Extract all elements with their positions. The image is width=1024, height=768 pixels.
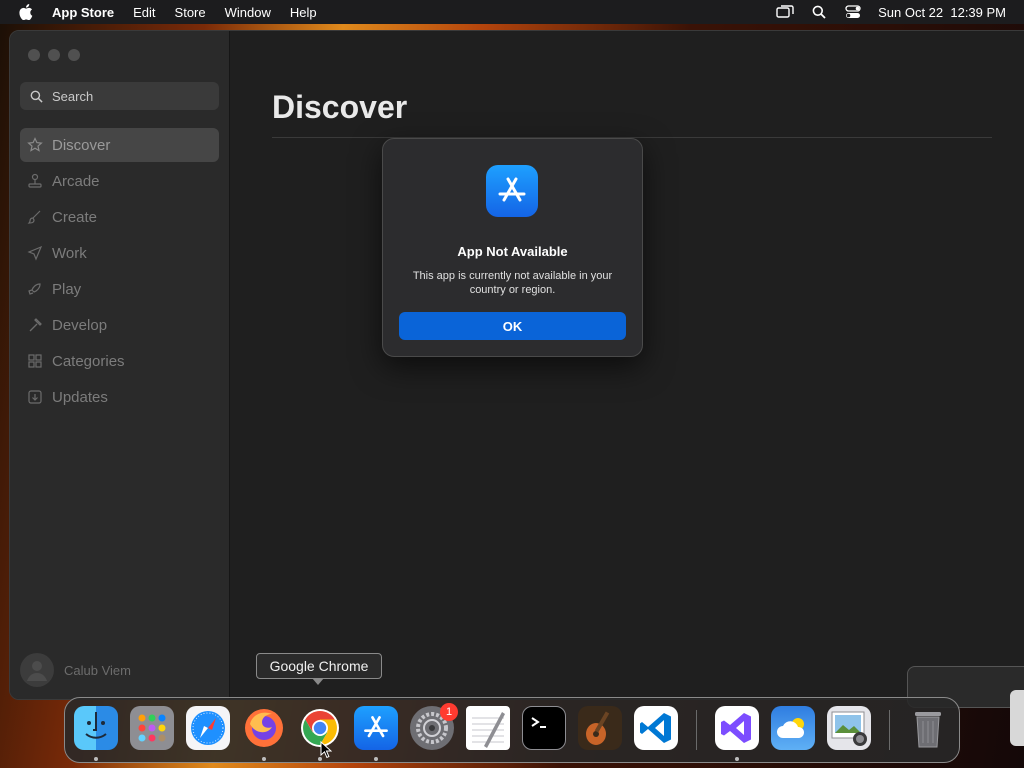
menu-clock[interactable]: Sun Oct 22 12:39 PM: [878, 5, 1006, 20]
preview-icon[interactable]: [827, 706, 871, 750]
joystick-icon: [26, 172, 44, 190]
sidebar-item-label: Develop: [52, 316, 108, 334]
textedit-icon[interactable]: [466, 706, 510, 750]
alert-dialog: App Not Available This app is currently …: [382, 138, 643, 357]
menu-help[interactable]: Help: [290, 5, 317, 20]
sidebar-item-play[interactable]: Play: [20, 272, 219, 306]
firefox-icon[interactable]: [242, 706, 286, 750]
launchpad-icon[interactable]: [130, 706, 174, 750]
sidebar-item-discover[interactable]: Discover: [20, 128, 219, 162]
trash-icon[interactable]: [906, 706, 950, 750]
sidebar-item-develop[interactable]: Develop: [20, 308, 219, 342]
control-center-icon[interactable]: [844, 3, 862, 21]
sidebar-item-categories[interactable]: Categories: [20, 344, 219, 378]
running-indicator: [374, 757, 378, 761]
weather-icon[interactable]: [771, 706, 815, 750]
star-icon: [26, 136, 44, 154]
sidebar-item-label: Arcade: [52, 172, 100, 190]
mouse-cursor: [320, 741, 332, 759]
minimize-window-button[interactable]: [48, 49, 60, 61]
sidebar-item-label: Work: [52, 244, 87, 262]
finder-icon[interactable]: [74, 706, 118, 750]
main-content: Discover: [230, 31, 1024, 699]
dialog-title: App Not Available: [457, 244, 568, 259]
account-name: Calub Viem: [64, 662, 131, 678]
sidebar-item-label: Create: [52, 208, 98, 226]
sidebar-item-label: Updates: [52, 388, 108, 406]
hammer-icon: [26, 316, 44, 334]
notification-badge: 1: [440, 703, 458, 721]
running-indicator: [94, 757, 98, 761]
sidebar-item-work[interactable]: Work: [20, 236, 219, 270]
safari-icon[interactable]: [186, 706, 230, 750]
menu-edit[interactable]: Edit: [133, 5, 155, 20]
sidebar-item-label: Categories: [52, 352, 125, 370]
avatar: [20, 653, 54, 687]
dock-tooltip: Google Chrome: [256, 653, 382, 679]
visual-studio-icon[interactable]: [715, 706, 759, 750]
account-button[interactable]: Calub Viem: [20, 653, 131, 687]
zoom-window-button[interactable]: [68, 49, 80, 61]
window-controls: [28, 49, 80, 61]
download-icon: [26, 388, 44, 406]
running-indicator: [262, 757, 266, 761]
dock: [64, 697, 960, 763]
search-input[interactable]: Search: [20, 82, 219, 110]
app-store-icon: [486, 165, 538, 217]
sidebar-item-label: Discover: [52, 136, 111, 154]
dock-divider: [889, 710, 890, 750]
spotlight-search-icon[interactable]: [810, 3, 828, 21]
sidebar-item-updates[interactable]: Updates: [20, 380, 219, 414]
menu-bar: App Store Edit Store Window Help Sun Oct…: [0, 0, 1024, 24]
sidebar-item-arcade[interactable]: Arcade: [20, 164, 219, 198]
apple-menu-icon[interactable]: [18, 4, 34, 20]
search-icon: [28, 88, 44, 104]
close-window-button[interactable]: [28, 49, 40, 61]
menu-store[interactable]: Store: [175, 5, 206, 20]
search-placeholder: Search: [52, 88, 94, 104]
screen-mirroring-icon[interactable]: [776, 3, 794, 21]
app-store-window: Search Discover Arcade Create Work Play: [9, 30, 1024, 700]
vscode-icon[interactable]: [634, 706, 678, 750]
menu-window[interactable]: Window: [225, 5, 271, 20]
garageband-icon[interactable]: [578, 706, 622, 750]
background-window-edge: [1010, 690, 1024, 746]
paperplane-icon: [26, 244, 44, 262]
terminal-icon[interactable]: [522, 706, 566, 750]
grid-icon: [26, 352, 44, 370]
sidebar-nav: Discover Arcade Create Work Play Develop: [20, 128, 219, 416]
sidebar: Search Discover Arcade Create Work Play: [10, 31, 230, 699]
app-store-dock-icon[interactable]: [354, 706, 398, 750]
running-indicator: [735, 757, 739, 761]
page-title: Discover: [272, 89, 408, 125]
sidebar-item-label: Play: [52, 280, 82, 298]
dock-divider: [696, 710, 697, 750]
sidebar-item-create[interactable]: Create: [20, 200, 219, 234]
dialog-message: This app is currently not available in y…: [412, 270, 613, 296]
menu-app-name[interactable]: App Store: [52, 5, 114, 20]
rocket-icon: [26, 280, 44, 298]
brush-icon: [26, 208, 44, 226]
ok-button[interactable]: OK: [399, 312, 626, 340]
tooltip-arrow: [312, 678, 324, 685]
